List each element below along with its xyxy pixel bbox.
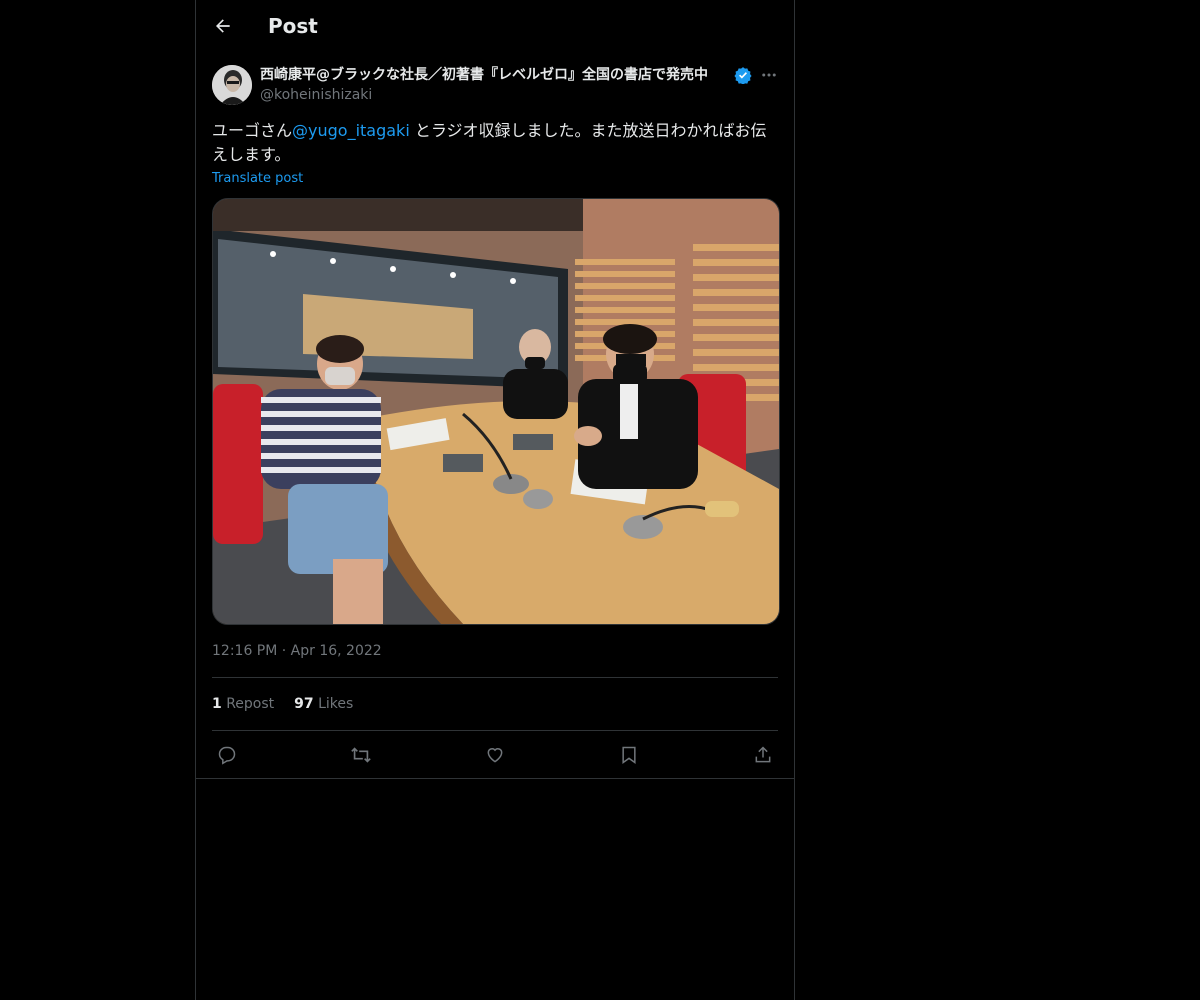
mention-link[interactable]: @yugo_itagaki: [292, 121, 410, 140]
radio-studio-photo: [213, 199, 779, 624]
likes-stat[interactable]: 97 Likes: [294, 694, 353, 714]
back-button[interactable]: [210, 13, 236, 39]
likes-label: Likes: [318, 696, 354, 712]
bookmark-icon: [622, 746, 636, 764]
header: Post: [196, 0, 794, 53]
more-horizontal-icon: [762, 73, 776, 77]
post-text: ユーゴさん@yugo_itagaki とラジオ収録しました。また放送日わかればお…: [212, 119, 780, 167]
more-options-button[interactable]: [758, 64, 780, 86]
like-button[interactable]: [480, 742, 510, 768]
like-icon: [487, 748, 503, 763]
page-title: Post: [268, 14, 318, 38]
bookmark-button[interactable]: [614, 742, 644, 768]
author-avatar[interactable]: [212, 65, 252, 105]
reposts-stat[interactable]: 1 Repost: [212, 694, 274, 714]
divider: [212, 677, 778, 678]
share-button[interactable]: [748, 742, 778, 768]
verified-badge-icon: [734, 66, 752, 85]
author-handle[interactable]: @koheinishizaki: [260, 86, 372, 104]
repost-icon: [351, 747, 371, 763]
translate-post-link[interactable]: Translate post: [212, 170, 303, 188]
reposts-count: 1: [212, 696, 222, 712]
post-action-bar: [212, 742, 778, 768]
post-photo[interactable]: [212, 198, 780, 625]
post-text-part: ユーゴさん: [212, 121, 293, 140]
post-detail-column: Post 西崎康平@ブラックな社長／初著書『レベルゼロ』全国の書店で発売中 @k…: [195, 0, 795, 1000]
reposts-label: Repost: [226, 696, 275, 712]
likes-count: 97: [294, 696, 314, 712]
avatar-image: [212, 65, 252, 105]
repost-button[interactable]: [346, 742, 376, 768]
reply-icon: [218, 746, 236, 765]
divider: [212, 730, 778, 731]
reply-button[interactable]: [212, 742, 242, 768]
author-display-name[interactable]: 西崎康平@ブラックな社長／初著書『レベルゼロ』全国の書店で発売中: [260, 66, 730, 84]
post-timestamp[interactable]: 12:16 PM · Apr 16, 2022: [212, 641, 382, 661]
share-icon: [755, 746, 771, 763]
arrow-left-icon: [216, 19, 230, 33]
divider: [196, 778, 794, 779]
post-stats: 1 Repost 97 Likes: [212, 694, 353, 714]
